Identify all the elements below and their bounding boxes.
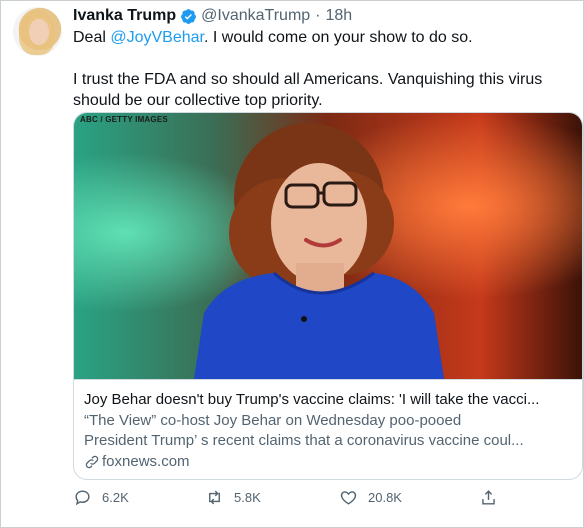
- author-name[interactable]: Ivanka Trump: [73, 7, 176, 25]
- tweet-header: Ivanka Trump @IvankaTrump · 18h: [73, 5, 352, 27]
- like-count: 20.8K: [368, 490, 402, 505]
- verified-badge-icon: [180, 8, 197, 25]
- author-avatar[interactable]: [13, 7, 62, 56]
- retweet-count: 5.8K: [234, 490, 261, 505]
- card-body: Joy Behar doesn't buy Trump's vaccine cl…: [74, 379, 582, 479]
- author-handle[interactable]: @IvankaTrump: [201, 7, 310, 25]
- share-icon: [482, 490, 495, 505]
- card-photo: [74, 113, 582, 379]
- tweet-text: Deal @JoyVBehar. I would come on your sh…: [73, 27, 573, 111]
- link-preview-card[interactable]: ABC / GETTY IMAGES Joy Behar doesn't buy…: [73, 112, 583, 480]
- card-domain-text: foxnews.com: [102, 453, 190, 470]
- reply-button[interactable]: 6.2K: [73, 488, 129, 507]
- share-button[interactable]: [479, 488, 508, 507]
- image-credit: ABC / GETTY IMAGES: [80, 115, 168, 124]
- tweet-text-prefix: Deal: [73, 29, 111, 46]
- reply-count: 6.2K: [102, 490, 129, 505]
- tweet-text-line1: Deal @JoyVBehar. I would come on your sh…: [73, 27, 573, 48]
- reply-icon: [75, 490, 90, 506]
- card-desc-line1: “The View” co-host Joy Behar on Wednesda…: [84, 412, 462, 429]
- tweet-text-suffix: . I would come on your show to do so.: [203, 29, 473, 46]
- link-icon: [85, 455, 99, 468]
- card-description: “The View” co-host Joy Behar on Wednesda…: [84, 411, 574, 451]
- tweet-timestamp[interactable]: 18h: [326, 7, 353, 25]
- like-button[interactable]: 20.8K: [339, 488, 402, 507]
- card-image: ABC / GETTY IMAGES: [74, 113, 582, 379]
- retweet-icon: [209, 490, 220, 505]
- avatar-face: [29, 19, 49, 45]
- card-domain[interactable]: foxnews.com: [84, 453, 190, 470]
- tweet-text-para2: I trust the FDA and so should all Americ…: [73, 71, 543, 109]
- retweet-button[interactable]: 5.8K: [205, 488, 261, 507]
- meta-separator: ·: [315, 7, 321, 24]
- heart-icon: [340, 491, 357, 505]
- mention-link[interactable]: @JoyVBehar: [110, 29, 204, 46]
- card-desc-line2: President Trump’ s recent claims that a …: [84, 432, 524, 449]
- tweet-actions: 6.2K 5.8K 20.8K: [73, 488, 503, 510]
- card-title[interactable]: Joy Behar doesn't buy Trump's vaccine cl…: [84, 390, 574, 409]
